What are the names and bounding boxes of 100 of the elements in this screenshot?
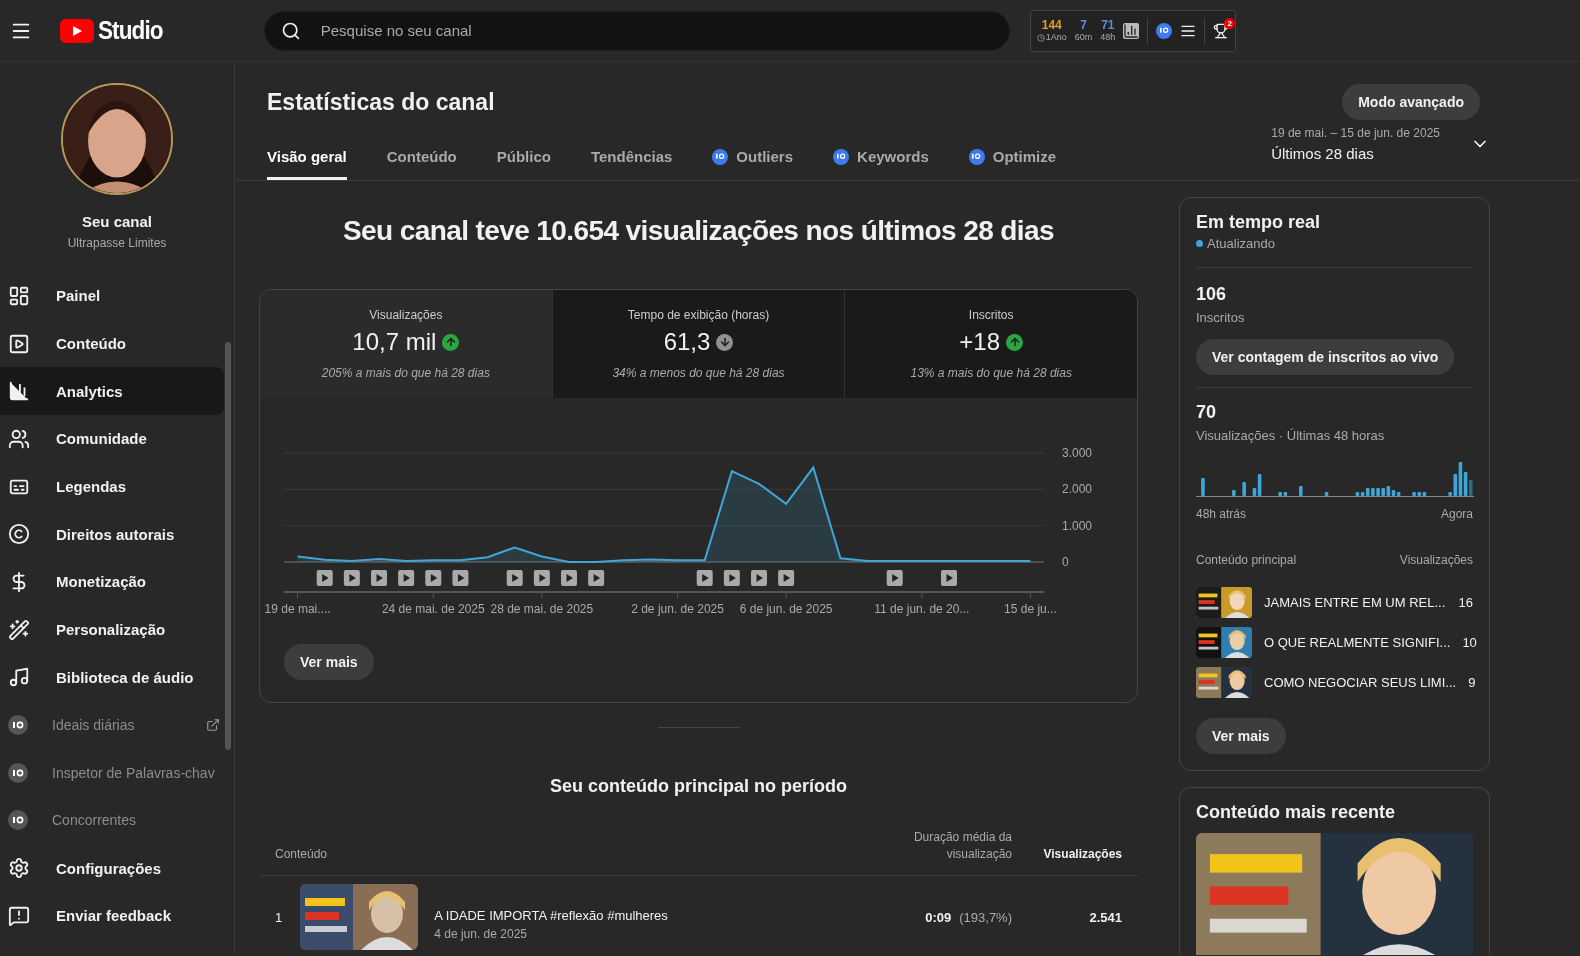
clock-icon — [1036, 33, 1045, 42]
stat-label: 60m — [1074, 33, 1093, 42]
content-item[interactable]: COMO NEGOCIAR SEUS LIMI... 9 — [1196, 667, 1473, 698]
tab[interactable]: Optimize — [968, 148, 1057, 180]
magic-wand-icon — [8, 618, 30, 641]
percent-cell: (193,7%) — [959, 909, 1012, 925]
copyright-icon — [8, 523, 30, 546]
summary-headline: Seu canal teve 10.654 visualizações nos últimos 28 dias — [342, 215, 1055, 247]
axis-label: 11 de jun. de 20... — [874, 602, 970, 616]
extension-logo-icon — [8, 715, 28, 736]
stat-value: 7 — [1080, 19, 1087, 31]
extension-logo-icon — [968, 148, 985, 165]
stat-label: 1Ano — [1036, 33, 1067, 42]
video-marker-icon[interactable] — [506, 570, 523, 586]
bar-chart-icon — [8, 380, 30, 403]
tab[interactable]: Conteúdo — [386, 148, 457, 180]
sidebar-item[interactable]: Conteúdo — [0, 319, 224, 368]
people-icon — [8, 427, 30, 450]
card-title: Conteúdo mais recente — [1196, 802, 1397, 823]
subscriber-label: Inscritos — [1196, 310, 1246, 325]
video-marker-icon[interactable] — [425, 570, 442, 586]
column-header[interactable]: Duração média da visualização — [912, 829, 1012, 863]
channel-handle: Ultrapasse Limites — [66, 236, 168, 250]
column-header[interactable]: Conteúdo — [275, 846, 912, 863]
video-marker-icon[interactable] — [751, 570, 767, 586]
metric-tab[interactable]: Tempo de exibição (horas) 61,3 34% a menos do que há 28 dias — [552, 290, 846, 398]
video-marker-icon[interactable] — [452, 570, 469, 586]
axis-label: 2.000 — [1062, 482, 1093, 497]
stat-label: 48h — [1100, 33, 1116, 42]
views-count: 70 — [1196, 402, 1218, 423]
video-date: 4 de jun. de 2025 — [434, 926, 528, 941]
tab[interactable]: Outliers — [712, 148, 794, 180]
video-marker-icon[interactable] — [371, 570, 387, 586]
tab[interactable]: Tendências — [590, 148, 673, 180]
column-header[interactable]: Visualizações — [1012, 846, 1122, 863]
video-marker-icon[interactable] — [561, 570, 577, 586]
video-marker-icon[interactable] — [696, 570, 713, 586]
sidebar-item[interactable]: Analytics — [0, 367, 224, 416]
music-icon — [8, 666, 30, 689]
logo-icon — [60, 18, 94, 43]
sidebar-item[interactable]: Legendas — [0, 462, 224, 511]
sidebar-item[interactable]: Enviar feedback — [0, 891, 224, 940]
search-icon — [280, 20, 301, 41]
live-count-button[interactable]: Ver contagem de inscritos ao vivo — [1196, 339, 1455, 375]
sidebar-item[interactable]: Personalização — [0, 605, 224, 654]
settings-icon — [8, 857, 30, 880]
axis-label: 2 de jun. de 2025 — [631, 602, 724, 616]
video-marker-icon[interactable] — [398, 570, 415, 586]
extension-logo-icon — [1156, 22, 1173, 39]
see-more-button[interactable]: Ver mais — [284, 644, 374, 680]
column-header: Conteúdo principal — [1196, 553, 1297, 567]
axis-label: 0 — [1062, 555, 1069, 569]
advanced-mode-button[interactable]: Modo avançado — [1342, 84, 1480, 120]
video-marker-icon[interactable] — [723, 570, 740, 586]
sidebar-item[interactable]: Comunidade — [0, 415, 224, 463]
axis-label: 1.000 — [1062, 518, 1093, 533]
card-title: Em tempo real — [1196, 212, 1322, 233]
tab[interactable]: Keywords — [833, 148, 929, 180]
see-more-button[interactable]: Ver mais — [1196, 718, 1286, 754]
subscriber-count: 106 — [1196, 284, 1228, 305]
axis-label: 3.000 — [1062, 446, 1093, 460]
tab[interactable]: Visão geral — [267, 148, 347, 180]
status-dot — [1196, 240, 1203, 247]
sidebar-item[interactable]: Monetização — [0, 558, 224, 606]
sidebar-item[interactable]: Inspetor de Palavras-chav — [0, 748, 224, 797]
logo-text: Studio — [98, 16, 163, 45]
axis-label: 15 de ju... — [1004, 602, 1057, 616]
video-marker-icon[interactable] — [886, 570, 903, 586]
sidebar-item[interactable]: Ideais diárias — [0, 701, 224, 749]
chart-icon[interactable] — [1123, 22, 1140, 39]
axis-label: 6 de jun. de 2025 — [739, 602, 833, 616]
tab[interactable]: Público — [496, 148, 551, 180]
sidebar-item[interactable]: Direitos autorais — [0, 510, 224, 559]
rank-cell: 1 — [275, 909, 283, 925]
stat-value: 144 — [1041, 19, 1062, 31]
extension-logo-icon — [8, 762, 28, 783]
metric-tab[interactable]: Inscritos +18 13% a mais do que há 28 dias — [845, 290, 1137, 398]
date-range-selector[interactable]: 19 de mai. – 15 de jun. de 2025 Últimos 28 dias — [1271, 126, 1490, 180]
page-title: Estatísticas do canal — [267, 88, 495, 116]
sidebar-item[interactable]: Painel — [0, 272, 224, 320]
section-title: Seu conteúdo principal no período — [549, 776, 848, 797]
search-field[interactable]: Pesquise no seu canal — [263, 10, 1010, 51]
video-title[interactable]: A IDADE IMPORTA #reflexão #mulheres — [434, 907, 926, 923]
stat-value: 71 — [1101, 19, 1115, 31]
video-marker-icon[interactable] — [778, 570, 795, 586]
video-marker-icon[interactable] — [343, 570, 360, 586]
video-marker-icon[interactable] — [588, 570, 605, 586]
sidebar-item[interactable]: Concorrentes — [0, 796, 224, 845]
extension-logo-icon — [833, 148, 850, 165]
metric-tab[interactable]: Visualizações 10,7 mil 205% a mais do que há 28 dias — [260, 290, 553, 398]
content-item[interactable]: JAMAIS ENTRE EM UM REL... 16 — [1196, 587, 1473, 618]
notification-badge: 2 — [1224, 17, 1236, 29]
video-marker-icon[interactable] — [533, 570, 550, 586]
search-input[interactable]: Pesquise no seu canal — [318, 21, 993, 40]
sidebar-item[interactable]: Configurações — [0, 844, 224, 892]
axis-label: Agora — [1440, 507, 1473, 521]
sidebar-item[interactable]: Biblioteca de áudio — [0, 653, 224, 702]
video-marker-icon[interactable] — [941, 570, 957, 586]
video-marker-icon[interactable] — [316, 570, 333, 586]
axis-label: 48h atrás — [1196, 507, 1247, 521]
